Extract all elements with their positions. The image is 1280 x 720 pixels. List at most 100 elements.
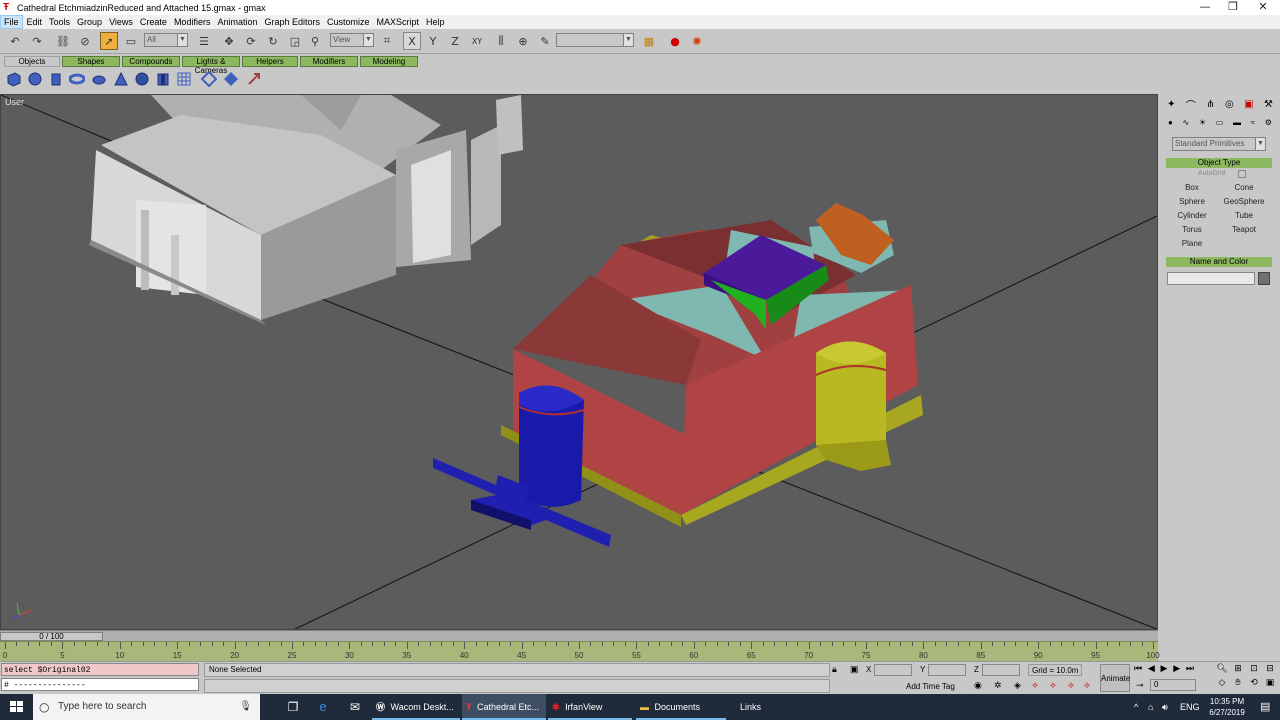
maximize-viewport-icon[interactable]: ▣ [1262, 678, 1278, 692]
align-icon[interactable]: ⊕ [514, 32, 532, 50]
torus-icon[interactable] [69, 71, 85, 87]
track-bar[interactable]: 0 5 10 15 20 25 30 35 40 45 50 55 60 65 70 75 80 85 90 95 10… [0, 641, 1160, 661]
axis-x-icon[interactable]: X [403, 32, 421, 50]
time-config-icon[interactable]: ⊸ [1136, 680, 1144, 691]
box-button[interactable]: Box [1168, 182, 1216, 194]
key-tangent-icon-3[interactable]: ⟡ [1068, 680, 1074, 691]
maxscript-listener-input[interactable]: select $Original02 [1, 663, 199, 676]
volume-icon[interactable]: 🔊︎ [1162, 694, 1168, 720]
lights-icon[interactable]: ☀ [1199, 118, 1206, 130]
display-tab-icon[interactable]: ▣ [1244, 99, 1253, 110]
menu-customize[interactable]: Customize [324, 15, 373, 29]
microphone-icon[interactable]: 🎙︎ [239, 694, 252, 720]
taskbar-wacom-desktop[interactable]: Ⓦ Wacom Deskt... [372, 694, 460, 720]
tube-icon[interactable] [155, 71, 171, 87]
notifications-icon[interactable]: ▤ [1260, 694, 1270, 720]
maximize-button[interactable]: ❐ [1216, 0, 1250, 15]
windows-start-icon[interactable] [0, 694, 33, 720]
autogrid-checkbox[interactable] [1238, 170, 1246, 178]
teapot-icon[interactable] [91, 71, 107, 87]
quick-render-icon[interactable]: ✺ [688, 32, 706, 50]
menu-file[interactable]: File [0, 15, 23, 29]
menu-create[interactable]: Create [137, 15, 170, 29]
geometry-icon[interactable]: ● [1168, 118, 1173, 130]
select-by-name-icon[interactable]: ☰ [195, 32, 213, 50]
taskbar-documents[interactable]: ▬ Documents [636, 694, 726, 720]
taskbar-search-box[interactable]: ○ Type here to search 🎙︎ [33, 694, 260, 720]
set-key-icon[interactable]: ◈ [1014, 680, 1021, 691]
select-and-link-icon[interactable]: ⛓ [54, 32, 72, 50]
play-icon[interactable]: ▶ [1161, 664, 1168, 676]
utilities-tab-icon[interactable]: ⚒ [1264, 99, 1273, 110]
hierarchy-tab-icon[interactable]: ⋔ [1206, 99, 1214, 110]
selection-filter-dropdown[interactable]: All ▼ [144, 33, 188, 47]
plane-grid-icon[interactable] [176, 71, 192, 87]
menu-help[interactable]: Help [423, 15, 448, 29]
menu-modifiers[interactable]: Modifiers [171, 15, 214, 29]
zoom-icon[interactable]: 🔍︎ [1214, 664, 1230, 678]
named-selection-dropdown[interactable]: ▼ [556, 33, 634, 47]
menu-animation[interactable]: Animation [214, 15, 260, 29]
geosphere-button[interactable]: GeoSphere [1220, 196, 1268, 208]
next-frame-icon[interactable]: ▶ [1173, 664, 1180, 676]
pivot-center-icon[interactable]: ⌗ [378, 32, 396, 50]
y-coord-field[interactable] [928, 664, 966, 676]
object-name-input[interactable] [1167, 272, 1255, 285]
redo-icon[interactable]: ↷ [28, 32, 46, 50]
cone-button[interactable]: Cone [1220, 182, 1268, 194]
unlink-icon[interactable]: ⊘ [76, 32, 94, 50]
absolute-mode-icon[interactable]: ▣ [850, 664, 859, 675]
tab-objects[interactable]: Objects [4, 56, 60, 67]
pan-icon[interactable]: ✋︎ [1230, 678, 1246, 692]
snap-icon[interactable]: ⚲ [306, 32, 324, 50]
field-of-view-icon[interactable]: ◇ [1214, 678, 1230, 692]
systems-icon[interactable]: ⚙ [1265, 118, 1272, 130]
cylinder-icon[interactable] [48, 71, 64, 87]
box-icon[interactable] [6, 71, 22, 87]
geosphere-icon[interactable] [134, 71, 150, 87]
tab-modeling[interactable]: Modeling [360, 56, 418, 67]
torus-button[interactable]: Torus [1168, 224, 1216, 236]
cylinder-button[interactable]: Cylinder [1168, 210, 1216, 222]
add-time-tag-button[interactable]: Add Time Tag [906, 682, 955, 691]
taskbar-links[interactable]: Links [728, 694, 788, 720]
select-and-move-icon[interactable]: ✥ [220, 32, 238, 50]
material-editor-icon[interactable]: ▦ [640, 32, 658, 50]
menu-edit[interactable]: Edit [24, 15, 46, 29]
sphere-button[interactable]: Sphere [1168, 196, 1216, 208]
key-tangent-icon-2[interactable]: ⟡ [1050, 680, 1056, 691]
axis-xy-icon[interactable]: XY [468, 32, 486, 50]
motion-tab-icon[interactable]: ◎ [1225, 99, 1234, 110]
menu-group[interactable]: Group [74, 15, 105, 29]
undo-icon[interactable]: ↶ [6, 32, 24, 50]
shapes-icon[interactable]: ∿ [1183, 118, 1190, 130]
category-dropdown[interactable]: Standard Primitives ▼ [1172, 137, 1266, 151]
current-frame-field[interactable]: 0 [1150, 679, 1196, 691]
key-filter-icon[interactable]: ◉ [974, 680, 982, 691]
tab-helpers[interactable]: Helpers [242, 56, 298, 67]
teapot-button[interactable]: Teapot [1220, 224, 1268, 236]
cone-icon[interactable] [113, 71, 129, 87]
select-object-icon[interactable]: ➚ [100, 32, 118, 50]
create-tab-icon[interactable]: ✦ [1167, 99, 1175, 110]
tray-overflow-icon[interactable]: ^ [1134, 694, 1138, 720]
modify-tab-icon[interactable]: ⌒ [1186, 97, 1196, 112]
tab-compounds[interactable]: Compounds [122, 56, 180, 67]
x-coord-field[interactable] [874, 664, 912, 676]
mirror-icon[interactable]: ⫼ [492, 32, 510, 50]
zoom-all-icon[interactable]: ⊞ [1230, 664, 1246, 678]
mail-icon[interactable]: ✉ [344, 694, 366, 720]
helpers-icon[interactable]: ▬ [1233, 118, 1241, 130]
scatter-icon[interactable] [246, 71, 262, 87]
reference-coord-dropdown[interactable]: View ▼ [330, 33, 374, 47]
clock[interactable]: 10:35 PM 6/27/2019 [1200, 696, 1254, 718]
menu-tools[interactable]: Tools [46, 15, 73, 29]
menu-maxscript[interactable]: MAXScript [374, 15, 423, 29]
lock-selection-icon[interactable]: 🔒︎ [832, 664, 837, 675]
time-slider-thumb[interactable]: 0 / 100 [0, 632, 103, 641]
animate-button[interactable]: Animate [1100, 664, 1130, 692]
select-and-scale-icon[interactable]: ◲ [286, 32, 304, 50]
plane-button[interactable]: Plane [1168, 238, 1216, 250]
network-icon[interactable]: ⌂ [1148, 694, 1153, 720]
maxscript-listener-output[interactable]: # --------------- [1, 678, 199, 691]
